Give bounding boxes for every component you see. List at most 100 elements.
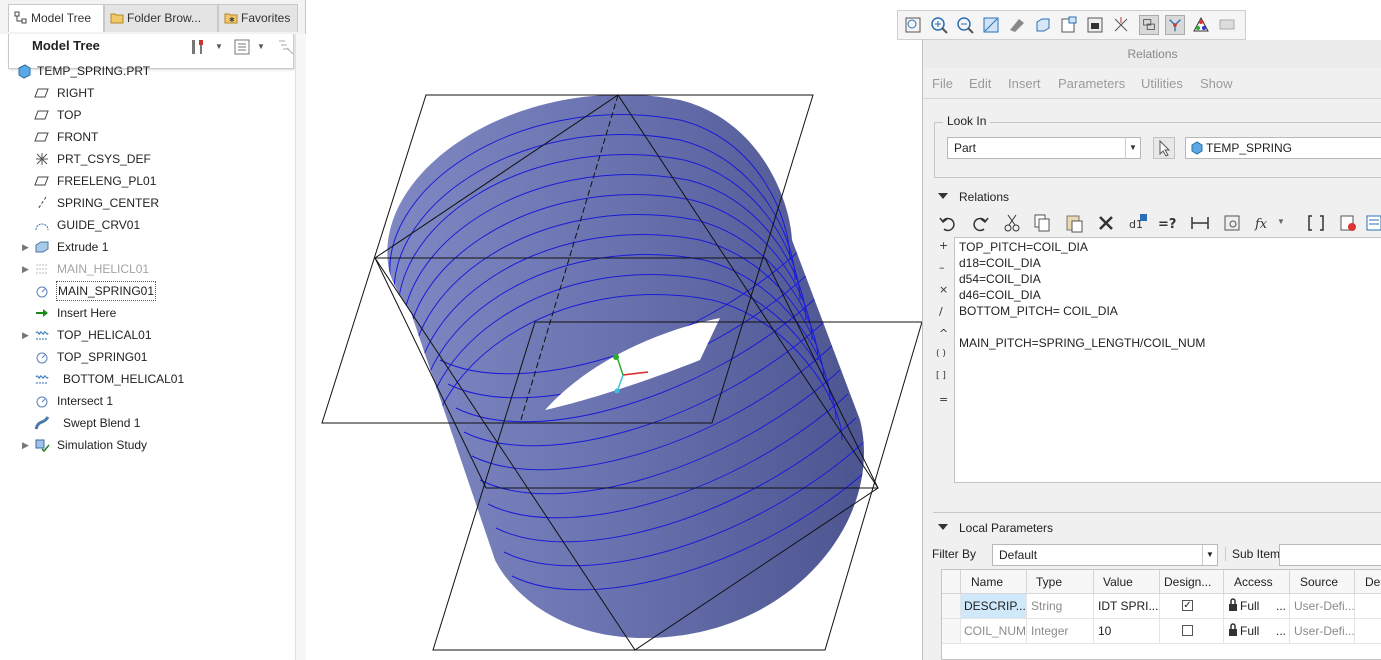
show-list-icon[interactable]	[233, 38, 251, 56]
annotation-display-icon[interactable]	[1217, 15, 1237, 35]
menu-parameters[interactable]: Parameters	[1058, 76, 1125, 91]
divide-operator[interactable]: /	[939, 305, 943, 318]
param-name-cell[interactable]: COIL_NUM	[961, 619, 1027, 644]
undo-icon[interactable]	[937, 212, 959, 234]
relation-line: BOTTOM_PITCH= COIL_DIA	[959, 304, 1118, 318]
multiply-operator[interactable]: ×	[939, 283, 948, 296]
plane-display-icon[interactable]	[1139, 15, 1159, 35]
svg-text:=?: =?	[1158, 217, 1176, 232]
display-style-icon[interactable]	[1007, 15, 1027, 35]
row-header[interactable]	[942, 594, 961, 619]
sort-icon[interactable]	[1221, 212, 1243, 234]
menu-edit[interactable]: Edit	[969, 76, 991, 91]
param-value-cell[interactable]: IDT SPRI...	[1094, 594, 1160, 619]
param-access-cell[interactable]: Full ...	[1224, 619, 1290, 644]
parentheses-operator[interactable]: ( )	[936, 349, 946, 359]
chevron-down-icon[interactable]: ▼	[215, 42, 223, 51]
tree-item-label: TOP	[57, 108, 82, 122]
param-designate-cell[interactable]	[1160, 619, 1224, 644]
paste-icon[interactable]	[1063, 212, 1085, 234]
column-header-type[interactable]: Type	[1027, 570, 1094, 594]
param-description-cell[interactable]	[1355, 594, 1381, 619]
units-icon[interactable]	[1189, 212, 1211, 234]
param-value-cell[interactable]: 10	[1094, 619, 1160, 644]
chevron-down-icon: ▼	[1202, 545, 1217, 565]
param-source-cell[interactable]: User-Defi...	[1290, 594, 1355, 619]
chevron-down-icon[interactable]: ▼	[1277, 217, 1285, 226]
model-name-field[interactable]: TEMP_SPRING	[1185, 137, 1381, 159]
expand-arrow-icon[interactable]: ▶	[22, 258, 29, 280]
tree-item-label: TOP_HELICAL01	[57, 328, 152, 342]
evaluate-icon[interactable]: =?	[1157, 212, 1179, 234]
graphics-viewport[interactable]	[306, 0, 922, 660]
row-header[interactable]	[942, 619, 961, 644]
redo-icon[interactable]	[969, 212, 991, 234]
menu-utilities[interactable]: Utilities	[1141, 76, 1183, 91]
access-more[interactable]: ...	[1276, 619, 1286, 643]
menu-insert[interactable]: Insert	[1008, 76, 1041, 91]
minus-operator[interactable]: –	[939, 261, 945, 274]
power-operator[interactable]: ^	[939, 327, 948, 340]
param-type-cell[interactable]: String	[1027, 594, 1094, 619]
zoom-out-icon[interactable]	[955, 15, 975, 35]
delete-icon[interactable]	[1095, 212, 1117, 234]
menu-file[interactable]: File	[932, 76, 953, 91]
designate-checkbox-checked[interactable]: ✓	[1182, 600, 1193, 611]
column-header-access[interactable]: Access	[1224, 570, 1290, 594]
sub-items-field[interactable]	[1279, 544, 1381, 566]
plus-operator[interactable]: +	[939, 239, 948, 252]
param-name-cell[interactable]: DESCRIP...	[961, 594, 1027, 619]
menu-show[interactable]: Show	[1200, 76, 1233, 91]
param-designate-cell[interactable]: ✓	[1160, 594, 1224, 619]
param-access-cell[interactable]: Full ...	[1224, 594, 1290, 619]
brackets-icon[interactable]	[1305, 212, 1327, 234]
tab-model-tree[interactable]: Model Tree	[8, 4, 104, 32]
copy-icon[interactable]	[1031, 212, 1053, 234]
local-params-icon[interactable]	[1365, 212, 1381, 234]
expand-arrow-icon[interactable]: ▶	[22, 324, 29, 346]
chevron-down-icon[interactable]: ▼	[257, 42, 265, 51]
column-header-description[interactable]: De	[1355, 570, 1381, 594]
tab-folder-browser[interactable]: Folder Brow...	[104, 4, 218, 32]
column-header-source[interactable]: Source	[1290, 570, 1355, 594]
model-tree-title: Model Tree	[32, 38, 100, 53]
filter-by-select[interactable]: Default ▼	[992, 544, 1218, 566]
tab-label: Model Tree	[31, 11, 92, 25]
access-more[interactable]: ...	[1276, 594, 1286, 618]
verify-icon[interactable]	[1337, 212, 1359, 234]
param-type-cell[interactable]: Integer	[1027, 619, 1094, 644]
display-dimension-icon[interactable]: d1	[1127, 212, 1149, 234]
perspective-icon[interactable]	[1085, 15, 1105, 35]
filter-tree-icon[interactable]	[277, 38, 295, 56]
settings-tools-icon[interactable]	[189, 38, 207, 56]
datum-display-icon[interactable]	[1111, 15, 1131, 35]
tab-favorites[interactable]: ✱ Favorites	[218, 4, 298, 32]
equals-operator[interactable]: =	[939, 393, 948, 406]
column-header-name[interactable]: Name	[961, 570, 1027, 594]
zoom-in-icon[interactable]	[929, 15, 949, 35]
insert-function-icon[interactable]: fx	[1253, 212, 1275, 234]
refit-icon[interactable]	[903, 15, 923, 35]
tree-scrollbar[interactable]	[295, 34, 306, 660]
look-in-select[interactable]: Part ▼	[947, 137, 1141, 159]
repaint-icon[interactable]	[981, 15, 1001, 35]
menu-bar: File Edit Insert Parameters Utilities Sh…	[923, 68, 1381, 98]
access-value: Full	[1240, 599, 1260, 613]
csys-display-icon[interactable]	[1165, 15, 1185, 35]
appearance-icon[interactable]	[1191, 15, 1211, 35]
expand-arrow-icon[interactable]: ▶	[22, 434, 29, 456]
relations-editor[interactable]: TOP_PITCH=COIL_DIA d18=COIL_DIA d54=COIL…	[954, 237, 1381, 483]
look-in-label: Look In	[943, 114, 991, 128]
saved-orientations-icon[interactable]	[1033, 15, 1053, 35]
brackets-operator[interactable]: [ ]	[936, 371, 946, 381]
designate-checkbox-unchecked[interactable]	[1182, 625, 1193, 636]
column-header-designate[interactable]: Design...	[1160, 570, 1224, 594]
column-header-value[interactable]: Value	[1094, 570, 1160, 594]
expand-arrow-icon[interactable]: ▶	[22, 236, 29, 258]
param-source-cell[interactable]: User-Defi...	[1290, 619, 1355, 644]
view-manager-icon[interactable]	[1059, 15, 1079, 35]
param-description-cell[interactable]	[1355, 619, 1381, 644]
cut-icon[interactable]	[1001, 212, 1023, 234]
select-model-button[interactable]	[1153, 137, 1175, 159]
panel-tab-strip: Model Tree Folder Brow... ✱ Favorites	[0, 0, 305, 34]
